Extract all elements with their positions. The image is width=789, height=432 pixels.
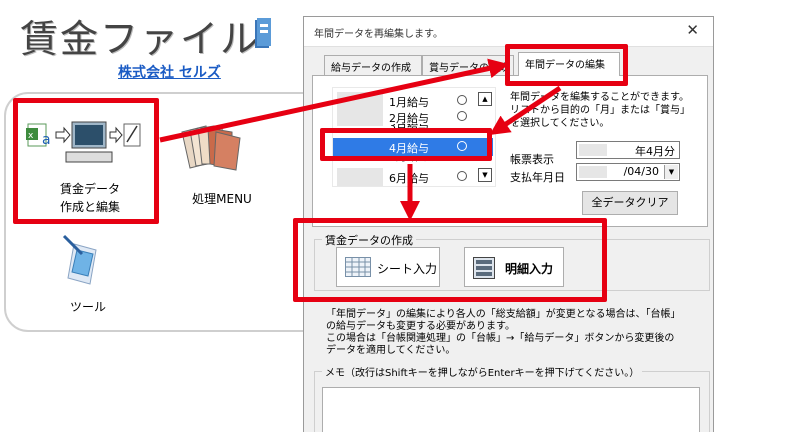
tab-annual-data-edit[interactable]: 年間データの編集 [518, 52, 620, 76]
arrow-to-april [489, 85, 562, 135]
arrow-to-tab [159, 58, 509, 143]
annotation-arrows [159, 58, 562, 221]
